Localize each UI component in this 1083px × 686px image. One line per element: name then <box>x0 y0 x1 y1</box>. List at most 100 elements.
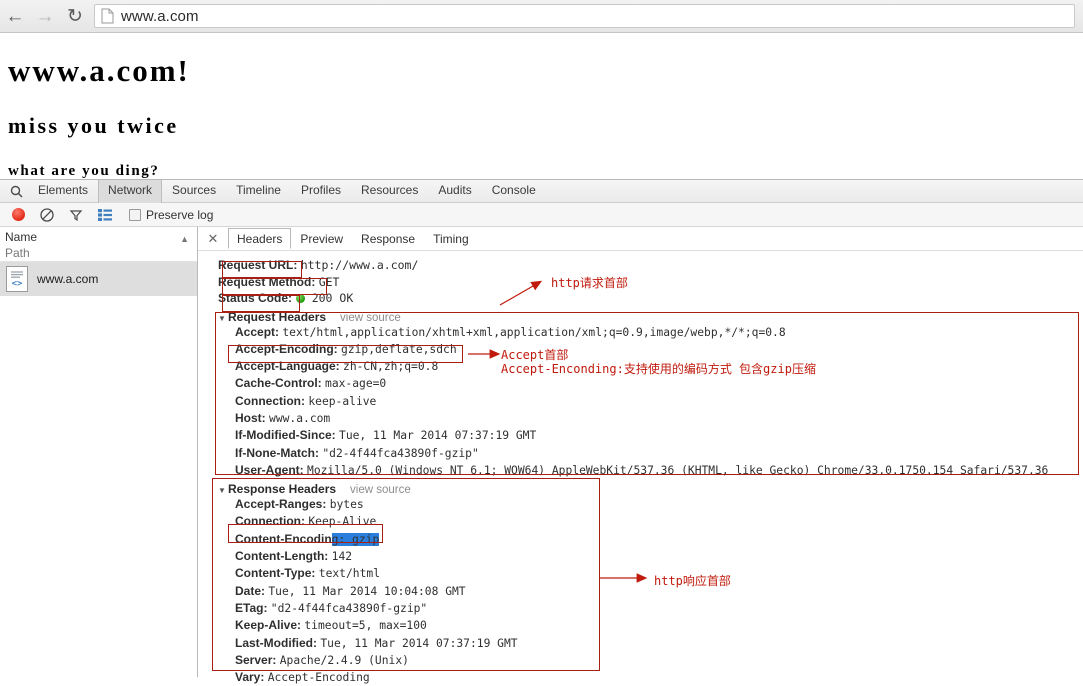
header-value-selected[interactable]: g: gzip <box>331 532 380 546</box>
column-header-path[interactable]: Path <box>5 245 197 261</box>
header-value: Mozilla/5.0 (Windows NT 6.1; WOW64) Appl… <box>307 463 1049 477</box>
preserve-log-label: Preserve log <box>146 207 214 222</box>
header-value: Accept-Encoding <box>267 671 370 685</box>
collapse-triangle-icon[interactable]: ▼ <box>218 314 228 323</box>
section-title: Response Headers <box>228 482 337 497</box>
header-row: Host: www.a.com <box>218 410 1083 427</box>
green-status-dot <box>296 294 306 303</box>
header-row: Date: Tue, 11 Mar 2014 10:04:08 GMT <box>218 583 1083 600</box>
header-key: Host: <box>235 410 266 425</box>
header-value: www.a.com <box>269 411 331 425</box>
tab-response[interactable]: Response <box>352 228 424 249</box>
url-text: www.a.com <box>121 7 199 25</box>
preserve-log-checkbox[interactable] <box>129 208 141 221</box>
header-value: "d2-4f44fca43890f-gzip" <box>270 601 428 615</box>
request-headers-section-title[interactable]: ▼ Request Headers view source <box>218 310 1083 324</box>
header-key: Accept-Ranges: <box>235 497 327 512</box>
response-headers-section-title[interactable]: ▼ Response Headers view source <box>218 482 1083 496</box>
page-heading-1: www.a.com! <box>8 53 190 88</box>
network-toolbar: Preserve log <box>0 203 1083 227</box>
tab-timing[interactable]: Timing <box>424 228 478 249</box>
document-icon <box>101 8 114 24</box>
header-key: Cache-Control: <box>235 376 322 391</box>
general-request-method: Request Method: GET <box>218 274 1083 291</box>
tab-elements[interactable]: Elements <box>28 180 98 203</box>
header-key: ETag: <box>235 600 268 615</box>
network-main: Name Path ▲ <> www.a.com ✕ Headers Previ… <box>0 227 1083 684</box>
header-row: Cache-Control: max-age=0 <box>218 375 1083 392</box>
header-key: Accept-Language: <box>235 359 340 374</box>
tab-profiles[interactable]: Profiles <box>291 180 351 203</box>
search-icon[interactable] <box>4 185 28 198</box>
header-key: Content-Encodin <box>235 531 332 546</box>
header-value: Apache/2.4.9 (Unix) <box>279 653 409 667</box>
clear-prohibited-icon[interactable] <box>34 204 60 226</box>
header-row: If-None-Match: "d2-4f44fca43890f-gzip" <box>218 445 1083 462</box>
header-value: text/html,application/xhtml+xml,applicat… <box>282 325 786 339</box>
header-row: Vary: Accept-Encoding <box>218 669 1083 686</box>
header-row: User-Agent: Mozilla/5.0 (Windows NT 6.1;… <box>218 462 1083 479</box>
tab-audits[interactable]: Audits <box>428 180 481 203</box>
page-content: www.a.com! miss you twice what are you d… <box>0 33 1083 179</box>
header-key: Server: <box>235 652 277 667</box>
header-row: Content-Encoding: gzip <box>218 531 1083 548</box>
general-key: Request Method: <box>218 274 316 289</box>
general-value: 200 OK <box>311 291 354 305</box>
list-view-icon[interactable] <box>92 204 118 226</box>
detail-tabbar: ✕ Headers Preview Response Timing <box>198 227 1083 251</box>
reload-icon[interactable]: ↻ <box>60 1 90 31</box>
header-key: If-None-Match: <box>235 445 319 460</box>
tab-resources[interactable]: Resources <box>351 180 428 203</box>
close-icon[interactable]: ✕ <box>204 231 222 247</box>
header-value: text/html <box>318 567 380 581</box>
header-value: Keep-Alive <box>308 515 377 529</box>
list-item[interactable]: <> www.a.com <box>0 262 197 296</box>
back-arrow-icon[interactable]: ← <box>0 1 30 31</box>
tab-console[interactable]: Console <box>482 180 546 203</box>
header-key: Content-Type: <box>235 566 316 581</box>
view-source-link[interactable]: view source <box>340 312 401 324</box>
column-header-name[interactable]: Name <box>5 229 197 245</box>
header-value: Tue, 11 Mar 2014 10:04:08 GMT <box>268 584 466 598</box>
record-button-icon[interactable] <box>5 204 31 226</box>
header-value: Tue, 11 Mar 2014 07:37:19 GMT <box>339 429 537 443</box>
collapse-triangle-icon[interactable]: ▼ <box>218 486 228 495</box>
tab-headers[interactable]: Headers <box>228 228 292 249</box>
header-value: 142 <box>331 550 353 564</box>
header-row: ETag: "d2-4f44fca43890f-gzip" <box>218 600 1083 617</box>
preserve-log-control[interactable]: Preserve log <box>129 208 213 222</box>
general-status-code: Status Code: 200 OK <box>218 290 1083 307</box>
headers-pane: Request URL: http://www.a.com/ Request M… <box>198 251 1083 684</box>
header-row: Accept-Ranges: bytes <box>218 496 1083 513</box>
filter-funnel-icon[interactable] <box>63 204 89 226</box>
devtools-tabbar: Elements Network Sources Timeline Profil… <box>0 179 1083 203</box>
address-bar[interactable]: www.a.com <box>94 4 1075 28</box>
general-key: Status Code: <box>218 291 293 305</box>
tab-sources[interactable]: Sources <box>162 180 226 203</box>
view-source-link[interactable]: view source <box>350 484 411 496</box>
header-row: Last-Modified: Tue, 11 Mar 2014 07:37:19… <box>218 635 1083 652</box>
header-row: Content-Length: 142 <box>218 548 1083 565</box>
request-list-header: Name Path ▲ <box>0 227 197 262</box>
tab-network[interactable]: Network <box>98 179 163 203</box>
header-key: Last-Modified: <box>235 635 317 650</box>
header-row: Content-Type: text/html <box>218 565 1083 582</box>
tab-timeline[interactable]: Timeline <box>226 180 291 203</box>
header-row: Connection: keep-alive <box>218 393 1083 410</box>
header-row: Server: Apache/2.4.9 (Unix) <box>218 652 1083 669</box>
request-list-sidebar: Name Path ▲ <> www.a.com <box>0 227 198 677</box>
header-key: Connection: <box>235 514 305 529</box>
source-code-document-icon: <> <box>6 266 28 292</box>
header-value: zh-CN,zh;q=0.8 <box>343 360 439 374</box>
page-paragraph: what are you ding? <box>8 163 160 179</box>
header-row: Connection: Keep-Alive <box>218 513 1083 530</box>
header-value: timeout=5, max=100 <box>304 619 427 633</box>
header-row: Accept-Encoding: gzip,deflate,sdch <box>218 341 1083 358</box>
browser-chrome: ← → ↻ www.a.com <box>0 0 1083 33</box>
sort-ascending-icon[interactable]: ▲ <box>180 234 189 244</box>
list-item-label: www.a.com <box>37 272 99 286</box>
tab-preview[interactable]: Preview <box>291 228 352 249</box>
forward-arrow-icon[interactable]: → <box>30 1 60 31</box>
header-row: Accept-Language: zh-CN,zh;q=0.8 <box>218 358 1083 375</box>
header-value: bytes <box>329 498 364 512</box>
